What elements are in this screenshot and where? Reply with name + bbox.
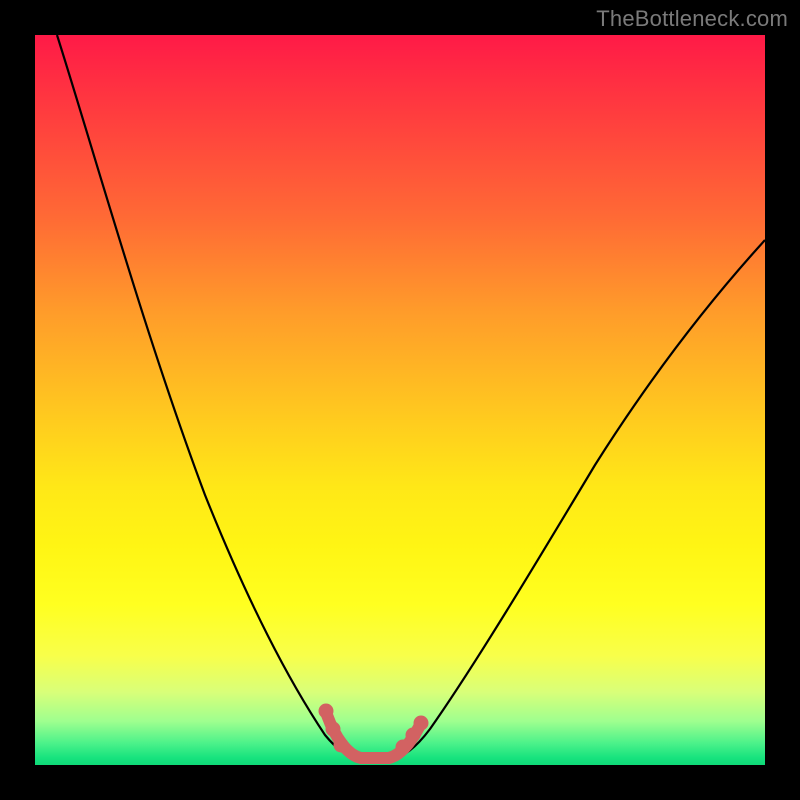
curve-svg xyxy=(35,35,765,765)
bottleneck-curve xyxy=(57,35,765,759)
watermark-text: TheBottleneck.com xyxy=(596,6,788,32)
plot-area xyxy=(35,35,765,765)
bump-dot xyxy=(334,738,349,753)
bump-dot xyxy=(396,740,411,755)
chart-stage: TheBottleneck.com xyxy=(0,0,800,800)
bump-dot xyxy=(414,716,429,731)
bump-dot xyxy=(326,722,341,737)
bump-dot xyxy=(319,704,334,719)
